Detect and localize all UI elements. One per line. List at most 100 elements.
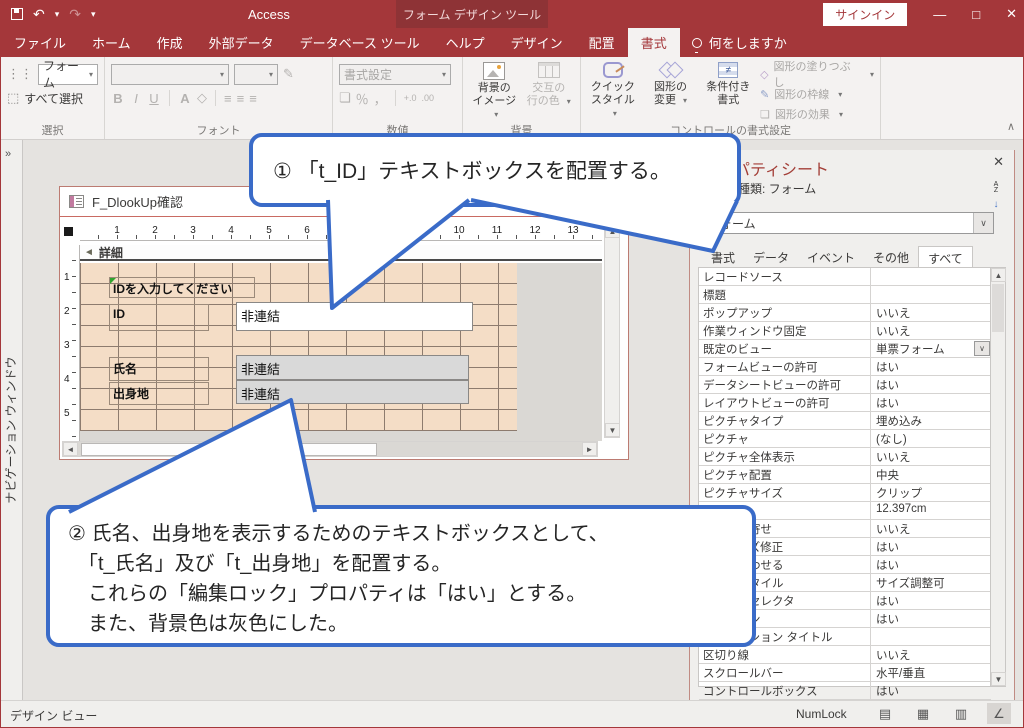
property-value[interactable]: ∨ bbox=[871, 628, 991, 645]
property-value[interactable]: はい ∨ bbox=[871, 538, 991, 555]
object-selector-combo[interactable]: フォーム ▾ bbox=[38, 64, 98, 85]
name-label-control[interactable]: 氏名 bbox=[109, 357, 209, 381]
prompt-label-control[interactable]: IDを入力してください bbox=[109, 277, 255, 298]
minimize-button[interactable]: — bbox=[933, 7, 946, 22]
property-value[interactable]: クリップ ∨ bbox=[871, 484, 991, 501]
origin-label-control[interactable]: 出身地 bbox=[109, 382, 209, 405]
property-row[interactable]: 作業ウィンドウ固定 いいえ ∨ bbox=[699, 322, 991, 340]
property-row[interactable]: ピクチャ配置 中央 ∨ bbox=[699, 466, 991, 484]
property-value[interactable]: (なし) ∨ bbox=[871, 430, 991, 447]
horizontal-ruler[interactable]: 1234567891011121314 bbox=[80, 223, 602, 241]
property-row[interactable]: ピクチャ (なし) ∨ bbox=[699, 430, 991, 448]
t-id-textbox[interactable]: 非連結 bbox=[236, 302, 473, 331]
property-row[interactable]: ピクチャサイズ クリップ ∨ bbox=[699, 484, 991, 502]
scroll-down-icon[interactable]: ▼ bbox=[991, 672, 1006, 686]
property-value[interactable]: いいえ ∨ bbox=[871, 646, 991, 663]
property-row[interactable]: フォームビューの許可 はい ∨ bbox=[699, 358, 991, 376]
change-shape-button[interactable]: 図形の 変更 ▾ bbox=[645, 62, 697, 107]
property-value[interactable]: 水平/垂直 ∨ bbox=[871, 664, 991, 681]
layout-view-button[interactable]: ▥ bbox=[949, 703, 973, 724]
qat-customize-icon[interactable]: ▾ bbox=[91, 9, 96, 20]
id-label-control[interactable]: ID bbox=[109, 304, 209, 331]
vertical-scrollbar[interactable]: ▲ ▼ bbox=[604, 223, 620, 438]
datasheet-view-button[interactable]: ▦ bbox=[911, 703, 935, 724]
chevron-down-icon[interactable]: ∨ bbox=[974, 341, 990, 356]
detail-section-bar[interactable]: ◄ 詳細 bbox=[80, 245, 602, 261]
property-tab[interactable]: すべて bbox=[918, 246, 973, 267]
property-tab[interactable]: その他 bbox=[864, 246, 918, 267]
ribbon-tab[interactable]: 配置 bbox=[576, 28, 628, 57]
ribbon-tab[interactable]: 書式 bbox=[628, 28, 680, 57]
property-value[interactable]: はい ∨ bbox=[871, 610, 991, 627]
ribbon-tab[interactable]: ヘルプ bbox=[433, 28, 498, 57]
t-name-textbox[interactable]: 非連結 bbox=[236, 355, 469, 380]
property-value[interactable]: はい ∨ bbox=[871, 592, 991, 609]
property-row[interactable]: レコードソース ∨ bbox=[699, 268, 991, 286]
t-origin-textbox[interactable]: 非連結 bbox=[236, 380, 469, 404]
property-value[interactable]: 単票フォーム ∨ bbox=[871, 340, 991, 357]
scroll-down-icon[interactable]: ▼ bbox=[605, 423, 620, 437]
ribbon-tab[interactable]: 外部データ bbox=[196, 28, 287, 57]
scroll-up-icon[interactable]: ▲ bbox=[991, 268, 1006, 282]
vertical-ruler[interactable]: 12345 bbox=[60, 245, 80, 441]
property-scrollbar[interactable]: ▲ ▼ bbox=[990, 267, 1006, 687]
property-row[interactable]: 区切り線 いいえ ∨ bbox=[699, 646, 991, 664]
design-grid[interactable]: IDを入力してください ID 非連結 氏名 非連結 出身地 非連 bbox=[80, 263, 517, 431]
property-row[interactable]: 標題 ∨ bbox=[699, 286, 991, 304]
property-row[interactable]: 既定のビュー 単票フォーム ∨ bbox=[699, 340, 991, 358]
expand-nav-pane-icon[interactable]: » bbox=[5, 148, 11, 160]
scroll-left-icon[interactable]: ◄ bbox=[63, 442, 78, 456]
save-icon[interactable] bbox=[11, 8, 23, 20]
sort-az-icon[interactable]: AZ↓ bbox=[988, 182, 1004, 212]
property-value[interactable]: いいえ ∨ bbox=[871, 448, 991, 465]
property-value[interactable]: 12.397cm ∨ bbox=[871, 502, 991, 519]
property-value[interactable]: はい ∨ bbox=[871, 394, 991, 411]
scroll-up-icon[interactable]: ▲ bbox=[605, 224, 620, 238]
property-value[interactable]: 中央 ∨ bbox=[871, 466, 991, 483]
form-selector-box[interactable] bbox=[64, 227, 73, 236]
property-value[interactable]: ∨ bbox=[871, 268, 991, 285]
ribbon-tab[interactable]: ファイル bbox=[1, 28, 79, 57]
property-value[interactable]: はい ∨ bbox=[871, 556, 991, 573]
quick-styles-button[interactable]: クイック スタイル ▾ bbox=[587, 62, 639, 120]
chevron-down-icon[interactable]: ∨ bbox=[973, 213, 993, 233]
scrollbar-thumb[interactable] bbox=[992, 284, 1004, 332]
close-button[interactable]: ✕ bbox=[1006, 6, 1017, 22]
property-row[interactable]: レイアウトビューの許可 はい ∨ bbox=[699, 394, 991, 412]
horizontal-scrollbar[interactable]: ◄ ► bbox=[62, 441, 598, 457]
property-row[interactable]: ピクチャ全体表示 いいえ ∨ bbox=[699, 448, 991, 466]
property-tab[interactable]: データ bbox=[744, 246, 798, 267]
navigation-pane[interactable]: » ナビゲーション ウィンドウ bbox=[1, 140, 23, 700]
ribbon-tab[interactable]: データベース ツール bbox=[287, 28, 433, 57]
maximize-button[interactable]: □ bbox=[972, 7, 980, 22]
property-value[interactable]: サイズ調整可 ∨ bbox=[871, 574, 991, 591]
property-row[interactable]: スクロールバー 水平/垂直 ∨ bbox=[699, 664, 991, 682]
property-value[interactable]: はい ∨ bbox=[871, 682, 991, 699]
undo-icon[interactable]: ↶ bbox=[33, 6, 45, 23]
property-value[interactable]: いいえ ∨ bbox=[871, 304, 991, 321]
ribbon-tab[interactable]: ホーム bbox=[79, 28, 144, 57]
undo-dropdown-icon[interactable]: ▾ bbox=[55, 9, 60, 20]
object-combo[interactable]: フォーム ∨ bbox=[702, 212, 994, 234]
signin-button[interactable]: サインイン bbox=[823, 3, 907, 26]
property-value[interactable]: 埋め込み ∨ bbox=[871, 412, 991, 429]
tell-me-box[interactable]: 何をしますか bbox=[692, 28, 787, 57]
property-value[interactable]: はい ∨ bbox=[871, 358, 991, 375]
background-image-button[interactable]: 背景の イメージ ▾ bbox=[469, 62, 520, 121]
close-icon[interactable]: ✕ bbox=[993, 154, 1004, 170]
property-row[interactable]: ポップアップ いいえ ∨ bbox=[699, 304, 991, 322]
form-view-button[interactable]: ▤ bbox=[873, 703, 897, 724]
property-value[interactable]: いいえ ∨ bbox=[871, 520, 991, 537]
property-tab[interactable]: イベント bbox=[798, 246, 864, 267]
scrollbar-thumb[interactable] bbox=[81, 443, 377, 456]
property-value[interactable]: いいえ ∨ bbox=[871, 322, 991, 339]
property-value[interactable]: はい ∨ bbox=[871, 376, 991, 393]
design-view-button[interactable]: ∠ bbox=[987, 703, 1011, 724]
property-row[interactable]: ピクチャタイプ 埋め込み ∨ bbox=[699, 412, 991, 430]
conditional-formatting-button[interactable]: ≠ 条件付き 書式 bbox=[702, 62, 754, 107]
collapse-ribbon-icon[interactable]: ∧ bbox=[1007, 120, 1015, 133]
property-value[interactable]: ∨ bbox=[871, 286, 991, 303]
scroll-right-icon[interactable]: ► bbox=[582, 442, 597, 456]
property-tab[interactable]: 書式 bbox=[702, 246, 744, 267]
ribbon-tab[interactable]: 作成 bbox=[144, 28, 196, 57]
